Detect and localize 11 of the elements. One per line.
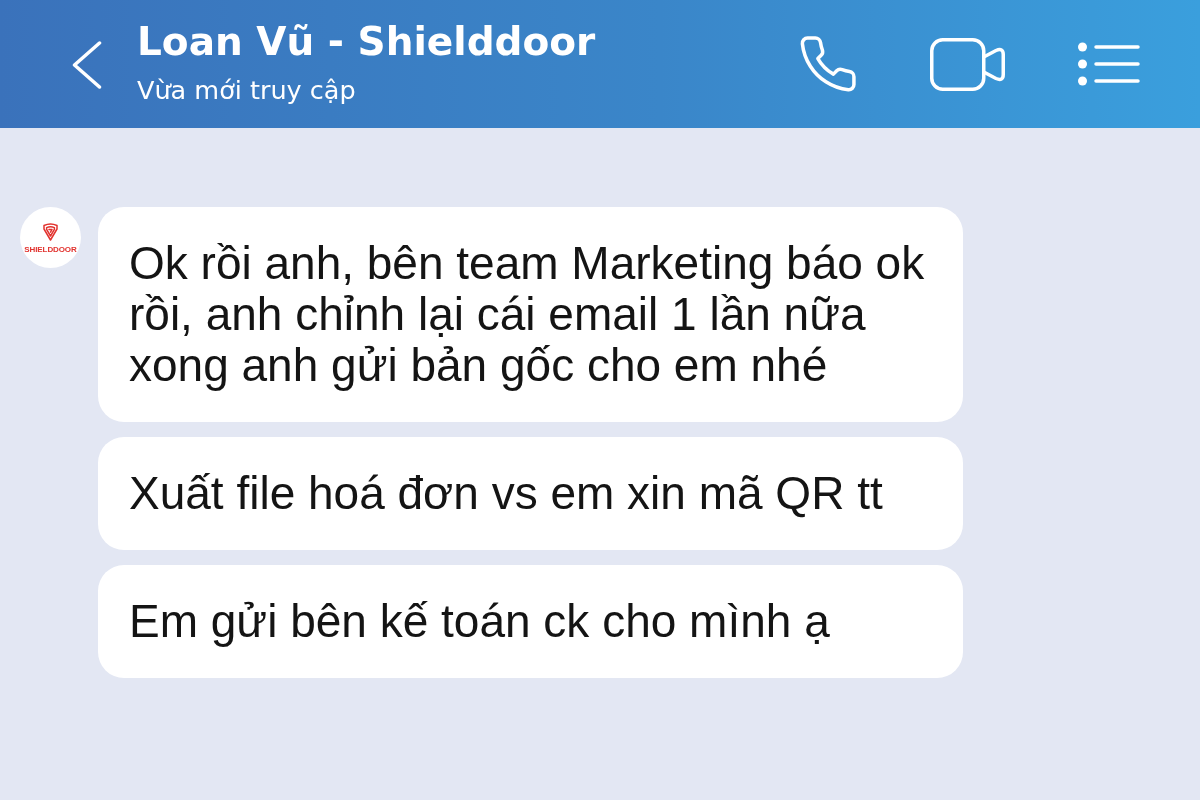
logo-text: SHIELDDOOR [24, 246, 77, 254]
message-bubble: Em gửi bên kế toán ck cho mình ạ [98, 565, 963, 678]
menu-icon[interactable] [1078, 42, 1140, 86]
shield-icon [43, 223, 58, 241]
back-icon[interactable] [72, 41, 102, 89]
contact-name: Loan Vũ - Shielddoor [137, 19, 597, 65]
status-text: Vừa mới truy cập [137, 75, 357, 105]
message-bubble: Ok rồi anh, bên team Marketing báo ok rồi, anh chỉnh lại cái email 1 lần nữa xong anh gửi bản gốc cho em nhé [98, 207, 963, 422]
video-camera-icon[interactable] [930, 37, 1005, 91]
phone-icon[interactable] [799, 36, 857, 92]
message-bubble: Xuất file hoá đơn vs em xin mã QR tt [98, 437, 963, 550]
